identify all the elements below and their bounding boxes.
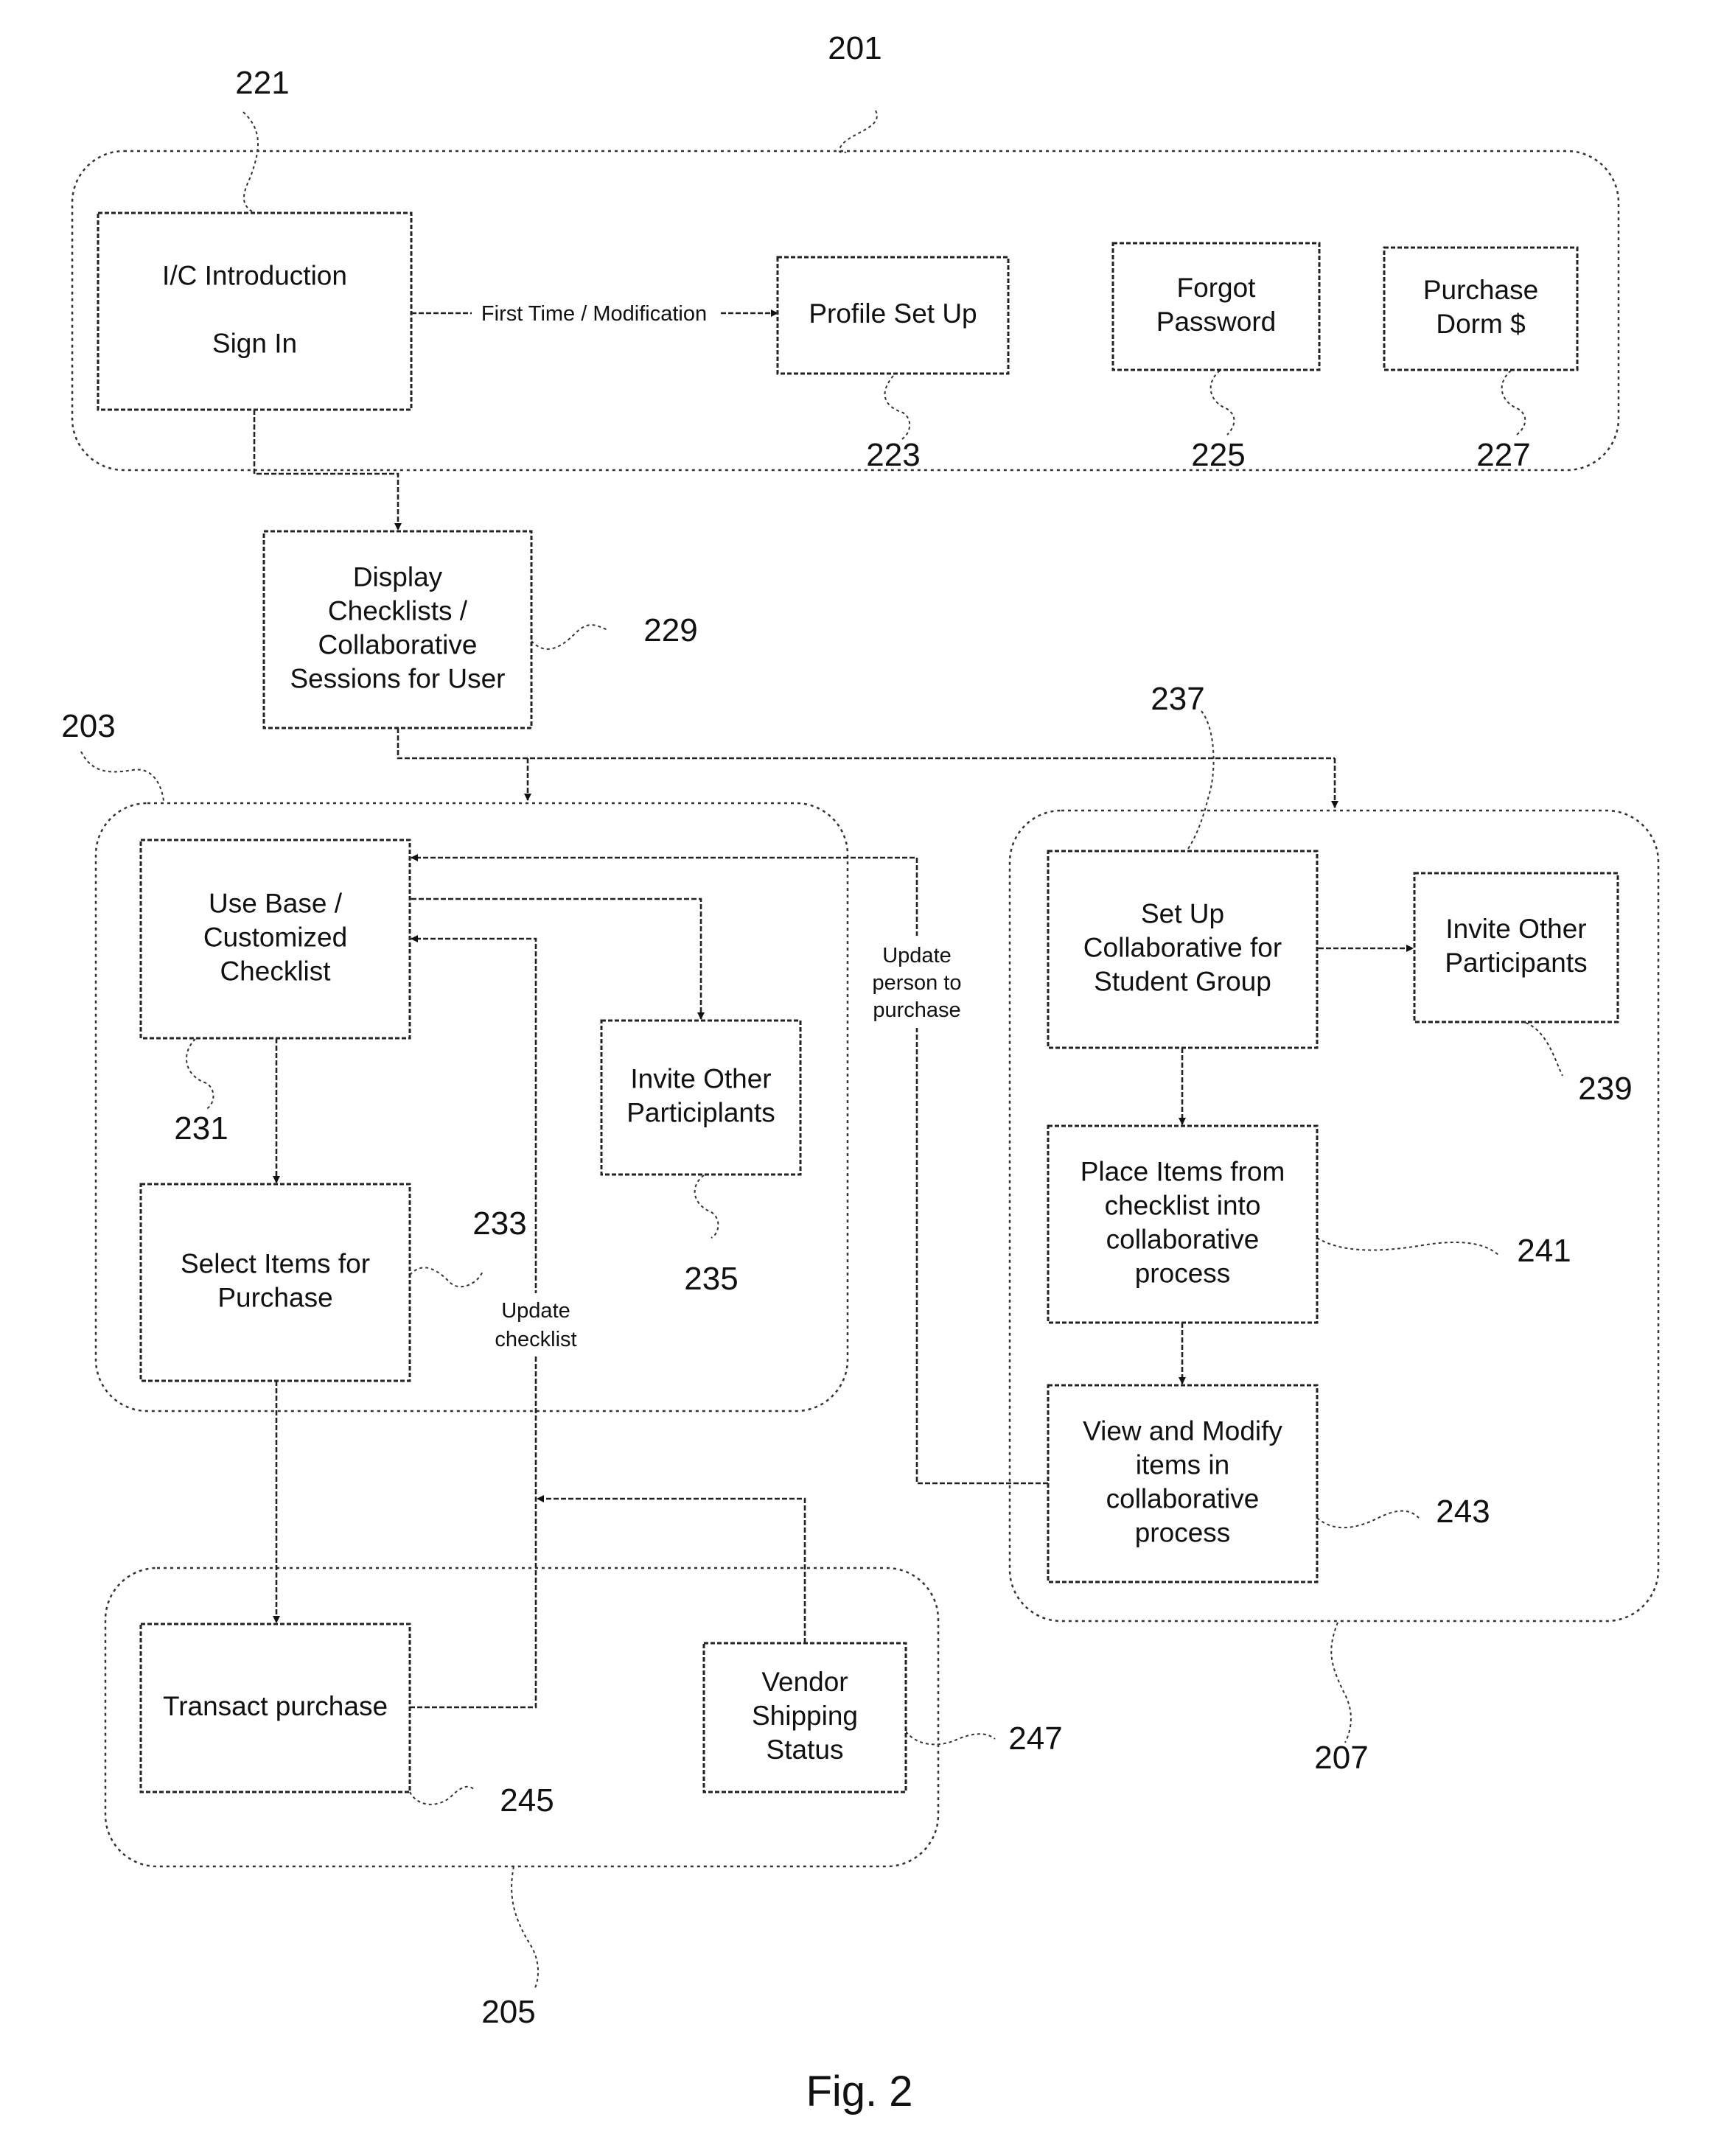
node-229: Display Checklists / Collaborative Sessions…: [262, 530, 533, 729]
node-label-221-line3: Sign In: [212, 329, 297, 359]
node-label-233-line1: Select Items for: [181, 1249, 370, 1279]
edge-label-update-person-line2: person to: [873, 971, 962, 995]
node-235: Invite Other Participlants: [600, 1019, 802, 1176]
edge-label-update-person-line3: purchase: [873, 998, 960, 1022]
ref-207: 207: [1314, 1740, 1368, 1776]
ref-247: 247: [1008, 1721, 1062, 1757]
node-label-243-line2: items in: [1136, 1450, 1229, 1480]
ref-243: 243: [1436, 1494, 1490, 1530]
node-237: Set Up Collaborative for Student Group: [1047, 850, 1319, 1049]
edge-231-235: [405, 895, 705, 1020]
ref-229: 229: [643, 612, 697, 648]
node-label-223-line1: Profile Set Up: [809, 298, 977, 329]
node-label-237-line1: Set Up: [1141, 899, 1224, 929]
node-label-243-line4: process: [1135, 1518, 1231, 1548]
node-label-235-line1: Invite Other: [630, 1064, 771, 1094]
node-label-227-line1: Purchase: [1423, 275, 1538, 305]
ref-221: 221: [235, 65, 289, 101]
edge-229-split: [397, 728, 1335, 760]
node-247: Vendor Shipping Status: [702, 1642, 907, 1793]
ref-205: 205: [481, 1994, 535, 2030]
edge-label-update-person-line1: Update: [882, 944, 952, 967]
node-label-229-line2: Checklists /: [328, 596, 468, 626]
node-label-231-line3: Checklist: [220, 956, 331, 987]
node-label-237-line2: Collaborative for: [1083, 933, 1282, 963]
node-223: Profile Set Up: [776, 256, 1010, 375]
edge-label-update-checklist-line1: Update: [501, 1299, 570, 1323]
node-label-221-line1: I/C Introduction: [162, 261, 347, 291]
node-label-247-line1: Vendor: [761, 1667, 848, 1697]
ref-227: 227: [1476, 437, 1530, 473]
node-label-247-line3: Status: [767, 1735, 844, 1765]
node-box-221: [97, 211, 413, 411]
node-label-241-line3: collaborative: [1106, 1225, 1260, 1255]
node-label-247-line2: Shipping: [752, 1701, 858, 1731]
node-label-239-line1: Invite Other: [1445, 914, 1586, 944]
node-label-243-line3: collaborative: [1106, 1484, 1260, 1514]
node-243: View and Modify items in collaborative proc…: [1047, 1384, 1319, 1583]
node-label-229-line1: Display: [353, 562, 443, 592]
edge-label-first-time: First Time / Modification: [481, 302, 707, 326]
node-225: Forgot Password: [1111, 242, 1321, 371]
ref-225: 225: [1191, 437, 1245, 473]
ref-233: 233: [472, 1205, 526, 1242]
ref-223: 223: [866, 437, 920, 473]
figure-caption: Fig. 2: [806, 2068, 912, 2115]
edge-label-update-checklist-line2: checklist: [495, 1328, 576, 1351]
edge-247-checklist: [537, 1495, 806, 1643]
node-label-225-line1: Forgot: [1177, 273, 1257, 303]
node-label-229-line3: Collaborative: [318, 630, 478, 660]
flowchart-diagram: I/C Introduction Sign In Profile Set Up For…: [61, 30, 1660, 2115]
node-label-245-line1: Transact purchase: [163, 1691, 388, 1721]
ref-237: 237: [1151, 681, 1204, 717]
node-label-233-line2: Purchase: [217, 1283, 332, 1313]
ref-235: 235: [684, 1261, 738, 1297]
node-241: Place Items from checklist into collaborat…: [1047, 1124, 1319, 1324]
ref-239: 239: [1578, 1071, 1632, 1107]
node-label-239-line2: Participants: [1445, 948, 1587, 978]
ref-203: 203: [61, 708, 115, 744]
node-239: Invite Other Participants: [1413, 872, 1619, 1023]
node-231: Use Base / CustomizedChecklist: [139, 839, 411, 1040]
node-245: Transact purchase: [139, 1623, 411, 1793]
node-label-229-line4: Sessions for User: [290, 664, 506, 694]
ref-231: 231: [174, 1110, 228, 1147]
node-221: I/C Introduction Sign In: [97, 211, 413, 411]
ref-201: 201: [828, 30, 882, 66]
node-label-235-line2: Participlants: [626, 1098, 775, 1128]
node-label-231-line1: Use Base /: [209, 889, 343, 919]
node-label-241-line2: checklist into: [1105, 1191, 1261, 1221]
ref-245: 245: [500, 1782, 554, 1819]
node-label-241-line4: process: [1135, 1259, 1231, 1289]
node-227: Purchase Dorm $: [1383, 246, 1579, 371]
node-label-227-line2: Dorm $: [1436, 309, 1525, 339]
node-label-231-line2: Customized: [203, 923, 347, 953]
ref-241: 241: [1517, 1233, 1571, 1269]
node-label-225-line2: Password: [1156, 307, 1276, 337]
node-label-241-line1: Place Items from: [1081, 1157, 1285, 1187]
node-label-237-line3: Student Group: [1094, 967, 1271, 997]
node-233: Select Items for Purchase: [139, 1183, 411, 1382]
node-label-243-line1: View and Modify: [1083, 1416, 1282, 1446]
